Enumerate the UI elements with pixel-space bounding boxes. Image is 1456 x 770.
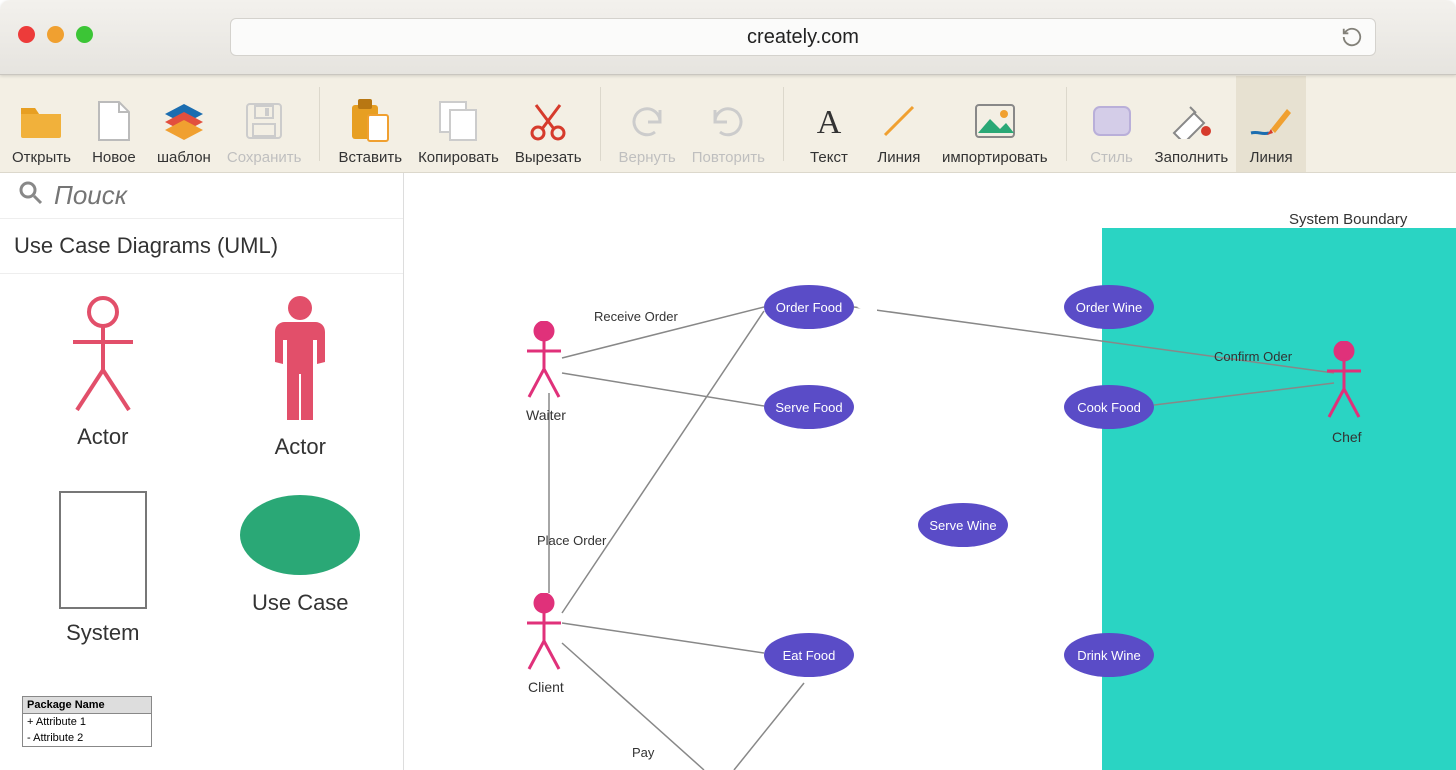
close-window-button[interactable]	[18, 26, 35, 43]
import-button[interactable]: импортировать	[934, 76, 1056, 172]
palette-actor-human[interactable]: Actor	[202, 294, 400, 460]
new-file-icon	[97, 99, 131, 143]
separator	[600, 87, 601, 161]
sidebar-title: Use Case Diagrams (UML)	[0, 219, 403, 274]
actor-waiter-label: Waiter	[526, 407, 566, 423]
actor-client[interactable]	[524, 593, 564, 673]
line-icon	[881, 99, 917, 143]
edge-extend2: << extend >> { if wine was ordered }	[844, 451, 1004, 481]
system-boundary-box[interactable]	[1102, 228, 1456, 770]
edge-confirm: Confirm Oder	[1214, 349, 1292, 364]
reload-icon[interactable]	[1341, 26, 1363, 54]
template-button[interactable]: шаблон	[149, 76, 219, 172]
clipboard-icon	[350, 99, 390, 143]
sidebar: Use Case Diagrams (UML) Actor Actor Syst…	[0, 173, 404, 770]
usecase-eat-food[interactable]: Eat Food	[764, 633, 854, 677]
search-input[interactable]	[54, 180, 354, 211]
maximize-window-button[interactable]	[76, 26, 93, 43]
undo-button[interactable]: Вернуть	[611, 76, 684, 172]
redo-button[interactable]: Повторить	[684, 76, 773, 172]
style-icon	[1092, 99, 1132, 143]
shape-palette: Actor Actor System Use Case	[0, 274, 403, 696]
pencil-line-icon	[1249, 99, 1293, 143]
svg-text:A: A	[817, 104, 842, 139]
usecase-order-food[interactable]: Order Food	[764, 285, 854, 329]
actor-client-label: Client	[528, 679, 564, 695]
save-button[interactable]: Сохранить	[219, 76, 310, 172]
url-bar[interactable]: creately.com	[230, 18, 1376, 56]
minimize-window-button[interactable]	[47, 26, 64, 43]
actor-chef-label: Chef	[1332, 429, 1362, 445]
open-button[interactable]: Открыть	[4, 76, 79, 172]
separator	[319, 87, 320, 161]
redo-icon	[709, 99, 747, 143]
palette-system[interactable]: System	[4, 490, 202, 646]
edge-receive-order: Receive Order	[594, 309, 678, 324]
new-button[interactable]: Новое	[79, 76, 149, 172]
text-icon: A	[811, 99, 847, 143]
folder-icon	[19, 99, 63, 143]
undo-icon	[628, 99, 666, 143]
workspace: Use Case Diagrams (UML) Actor Actor Syst…	[0, 173, 1456, 770]
text-button[interactable]: A Текст	[794, 76, 864, 172]
usecase-serve-food[interactable]: Serve Food	[764, 385, 854, 429]
separator	[783, 87, 784, 161]
edge-place-order: Place Order	[537, 533, 606, 548]
palette-usecase[interactable]: Use Case	[202, 490, 400, 646]
layers-icon	[163, 99, 205, 143]
scissors-icon	[528, 99, 568, 143]
actor-waiter[interactable]	[524, 321, 564, 401]
usecase-order-wine[interactable]: Order Wine	[1064, 285, 1154, 329]
line2-button[interactable]: Линия	[1236, 76, 1306, 172]
usecase-drink-wine[interactable]: Drink Wine	[1064, 633, 1154, 677]
copy-button[interactable]: Копировать	[410, 76, 507, 172]
style-button[interactable]: Стиль	[1077, 76, 1147, 172]
image-icon	[974, 99, 1016, 143]
copy-icon	[438, 99, 478, 143]
line-button[interactable]: Линия	[864, 76, 934, 172]
paste-button[interactable]: Вставить	[330, 76, 410, 172]
palette-package[interactable]: Package Name + Attribute 1 - Attribute 2	[22, 696, 152, 747]
search-row	[0, 173, 403, 219]
system-boundary-label: System Boundary	[1289, 211, 1407, 228]
fill-icon	[1170, 99, 1212, 143]
actor-chef[interactable]	[1324, 341, 1364, 421]
separator	[1066, 87, 1067, 161]
edge-extend3: << extend >> {if the wine was consumed }	[894, 639, 1054, 669]
search-icon[interactable]	[18, 180, 44, 211]
usecase-cook-food[interactable]: Cook Food	[1064, 385, 1154, 429]
fill-button[interactable]: Заполнить	[1147, 76, 1237, 172]
toolbar: Открыть Новое шаблон Сохранить Вставить …	[0, 75, 1456, 173]
palette-actor-stick[interactable]: Actor	[4, 294, 202, 460]
cut-button[interactable]: Вырезать	[507, 76, 590, 172]
browser-chrome: creately.com	[0, 0, 1456, 75]
edge-pay: Pay	[632, 745, 654, 760]
traffic-lights	[18, 26, 93, 43]
edge-extend1: << extend>>	[920, 285, 993, 300]
canvas[interactable]: System Boundary	[404, 173, 1456, 770]
save-icon	[245, 99, 283, 143]
url-text: creately.com	[747, 26, 859, 49]
usecase-serve-wine[interactable]: Serve Wine	[918, 503, 1008, 547]
edge-facilitate: Facilitate Payment	[754, 749, 861, 764]
